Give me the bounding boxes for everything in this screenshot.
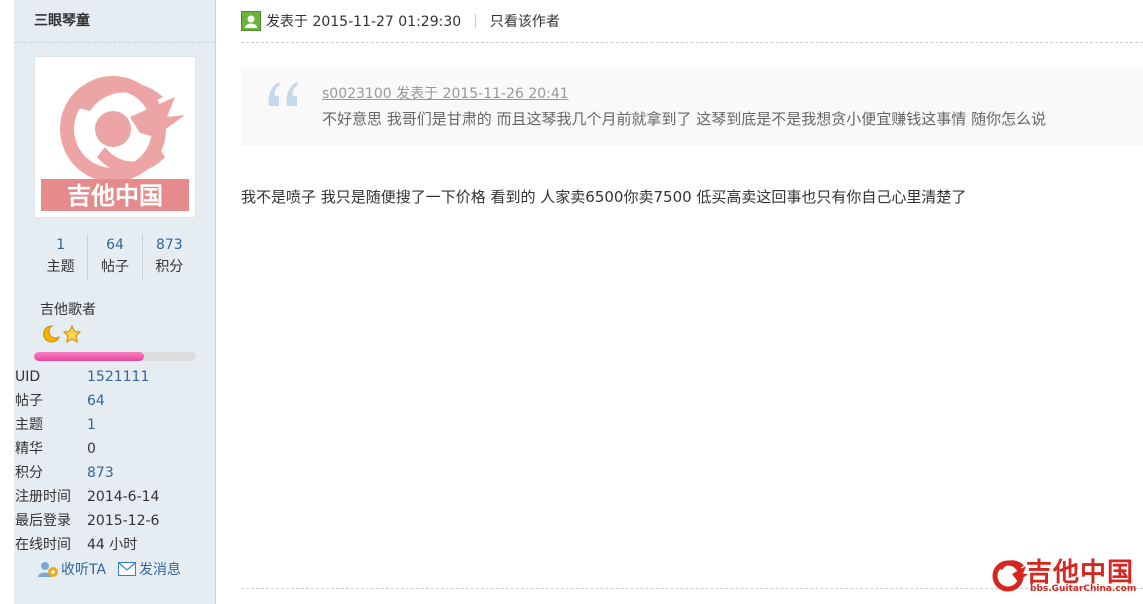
watermark-url: bbs.GuitarChina.com <box>1030 584 1137 594</box>
info-value: 0 <box>87 441 96 457</box>
info-key: 积分 <box>15 465 43 481</box>
site-watermark: 吉他中国 bbs.GuitarChina.com <box>988 552 1138 596</box>
only-author-link[interactable]: 只看该作者 <box>490 11 560 31</box>
stat-label: 主题 <box>46 259 75 275</box>
author-stats: 1 主题 64 帖子 873 积分 <box>34 234 196 280</box>
guitarchina-logo-icon: 吉他中国 <box>41 76 189 211</box>
stat-points[interactable]: 873 积分 <box>143 234 196 280</box>
quote-block: s0023100 发表于 2015-11-26 20:41 不好意思 我哥们是甘… <box>241 68 1143 146</box>
info-key: 精华 <box>15 441 43 457</box>
envelope-icon <box>118 562 137 576</box>
info-value: 2015-12-6 <box>87 513 160 529</box>
meta-separator: | <box>473 13 478 29</box>
stat-topics[interactable]: 1 主题 <box>34 234 89 280</box>
quote-mark-icon <box>268 82 298 106</box>
info-value[interactable]: 1 <box>87 413 96 437</box>
info-row-last-login: 最后登录 2015-12-6 <box>15 509 213 533</box>
info-key: 在线时间 <box>15 537 71 553</box>
info-value[interactable]: 1521111 <box>87 365 149 389</box>
follow-label[interactable]: 收听TA <box>61 559 106 579</box>
info-row-points: 积分 873 <box>15 461 213 485</box>
follow-button[interactable]: 收听TA <box>38 559 106 579</box>
user-group[interactable]: 吉他歌者 <box>40 299 96 319</box>
avatar[interactable]: 吉他中国 <box>34 56 196 218</box>
send-message-label[interactable]: 发消息 <box>139 559 181 579</box>
send-message-button[interactable]: 发消息 <box>118 559 181 579</box>
divider <box>241 42 1143 43</box>
post-content: 我不是喷子 我只是随便搜了一下价格 看到的 人家卖6500你卖7500 低买高卖… <box>241 188 967 206</box>
stat-label: 帖子 <box>100 259 129 275</box>
stat-value[interactable]: 64 <box>88 234 141 256</box>
online-user-icon <box>241 11 261 31</box>
info-row-digest: 精华 0 <box>15 437 213 461</box>
info-key: 最后登录 <box>15 513 71 529</box>
info-value: 44 小时 <box>87 537 138 553</box>
stat-value[interactable]: 873 <box>143 234 196 256</box>
guitarchina-watermark-icon <box>992 560 1028 592</box>
author-sidebar: 三眼琴童 吉他中国 1 主题 64 帖子 873 积分 吉他歌者 UID 152… <box>14 0 216 604</box>
post-meta: 发表于 2015-11-27 01:29:30 | 只看该作者 <box>241 10 560 32</box>
follow-user-icon <box>38 562 58 577</box>
info-value[interactable]: 64 <box>87 389 105 413</box>
level-progress-bar <box>34 352 196 361</box>
info-row-uid: UID 1521111 <box>15 365 213 389</box>
info-value[interactable]: 873 <box>87 461 114 485</box>
rank-icons <box>40 324 84 348</box>
moon-icon <box>43 325 61 343</box>
star-icon <box>62 324 82 343</box>
info-value: 2014-6-14 <box>87 489 160 505</box>
level-progress-fill <box>34 352 145 361</box>
info-key: 注册时间 <box>15 489 71 505</box>
info-key: UID <box>15 369 41 385</box>
avatar-text: 吉他中国 <box>67 182 163 210</box>
author-info: UID 1521111 帖子 64 主题 1 精华 0 积分 873 注册时间 … <box>15 365 213 557</box>
info-row-registered: 注册时间 2014-6-14 <box>15 485 213 509</box>
post-timestamp: 发表于 2015-11-27 01:29:30 <box>266 14 462 30</box>
author-name[interactable]: 三眼琴童 <box>34 10 90 30</box>
author-actions: 收听TA 发消息 <box>38 559 181 579</box>
info-key: 帖子 <box>15 393 43 409</box>
stat-value[interactable]: 1 <box>34 234 87 256</box>
info-row-topics: 主题 1 <box>15 413 213 437</box>
stat-label: 积分 <box>155 259 184 275</box>
divider <box>14 42 215 43</box>
info-row-online-time: 在线时间 44 小时 <box>15 533 213 557</box>
info-row-posts: 帖子 64 <box>15 389 213 413</box>
stat-posts[interactable]: 64 帖子 <box>88 234 143 280</box>
quote-source-link[interactable]: s0023100 发表于 2015-11-26 20:41 <box>322 83 569 103</box>
info-key: 主题 <box>15 417 43 433</box>
rank-icons-svg <box>43 324 82 343</box>
quote-text: 不好意思 我哥们是甘肃的 而且这琴我几个月前就拿到了 这琴到底是不是我想贪小便宜… <box>322 110 1047 128</box>
